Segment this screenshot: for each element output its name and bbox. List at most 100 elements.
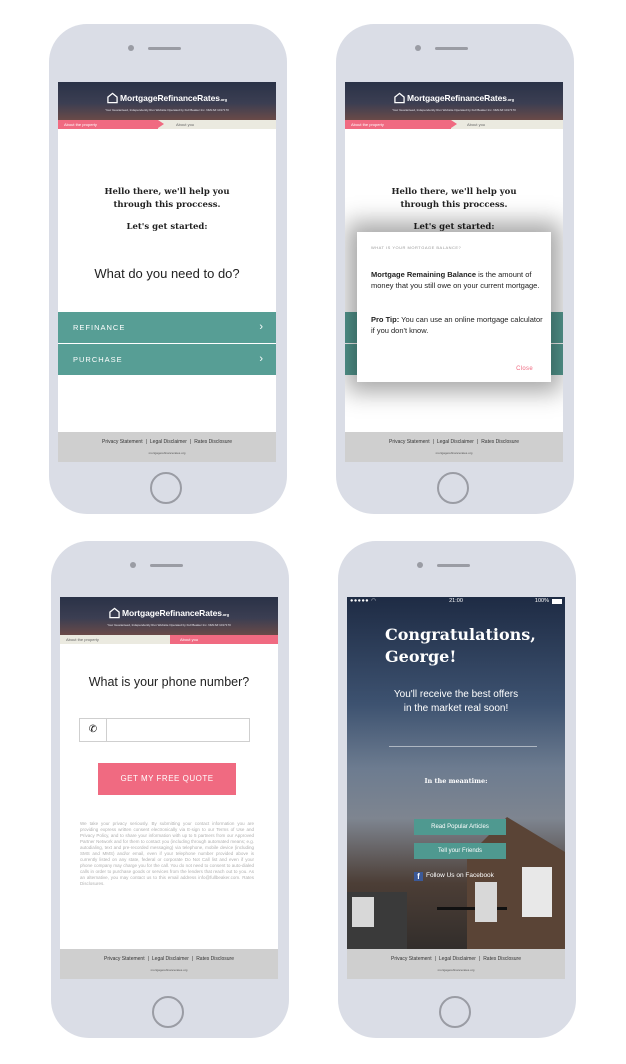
purchase-label: PURCHASE	[73, 355, 123, 364]
phone-number-input[interactable]	[108, 721, 248, 740]
refinance-option[interactable]: REFINANCE ›	[58, 312, 276, 343]
camera	[130, 562, 136, 568]
purchase-option[interactable]: PURCHASE ›	[58, 344, 276, 375]
congrats-line-1: Congratulations,	[385, 625, 536, 644]
home-button[interactable]	[150, 472, 182, 504]
site-header: MortgageRefinanceRates.org Your Guarante…	[58, 82, 276, 120]
footer-url: mortgagerefinancerates.org	[150, 968, 188, 972]
site-header: MortgageRefinanceRates.org Your Guarante…	[345, 82, 563, 120]
camera	[128, 45, 134, 51]
footer-url: mortgagerefinancerates.org	[437, 968, 475, 972]
footer-url: mortgagerefinancerates.org	[435, 451, 473, 455]
tell-friends-button[interactable]: Tell your Friends	[414, 843, 506, 859]
chevron-right-icon: ›	[259, 321, 264, 333]
progress-arrow	[451, 120, 457, 128]
screen-congratulations: ●●●●● ◠ 21:00 100% Congratulations, Geor…	[347, 597, 565, 979]
privacy-link[interactable]: Privacy Statement	[391, 956, 432, 962]
home-button[interactable]	[437, 472, 469, 504]
offers-line-1: You'll receive the best offers	[393, 689, 519, 700]
footer-links: Privacy Statement | Legal Disclaimer | Rates…	[391, 956, 521, 962]
phone-input-group: ✆	[79, 718, 250, 742]
legal-link[interactable]: Legal Disclaimer	[152, 956, 189, 962]
progress-step-property: About the property	[58, 120, 158, 129]
greeting-line-1: Hello there, we'll help you	[391, 187, 517, 197]
legal-link[interactable]: Legal Disclaimer	[437, 439, 474, 445]
legal-link[interactable]: Legal Disclaimer	[150, 439, 187, 445]
footer-links: Privacy Statement | Legal Disclaimer | Rates…	[389, 439, 519, 445]
status-bar: ●●●●● ◠ 21:00 100%	[347, 597, 565, 607]
get-quote-button[interactable]: GET MY FREE QUOTE	[98, 763, 236, 795]
modal-tip: Pro Tip: You can use an online mortgage …	[371, 314, 543, 336]
progress-step-you: About you	[176, 122, 195, 127]
brand-name: MortgageRefinanceRates.org	[120, 92, 227, 103]
site-footer: Privacy Statement | Legal Disclaimer | Rates…	[347, 949, 565, 979]
facebook-icon: f	[414, 871, 423, 881]
progress-bar: About the property About you	[58, 120, 276, 129]
progress-step-you: About you	[180, 637, 199, 642]
refinance-label: REFINANCE	[73, 323, 126, 332]
question-heading: What do you need to do?	[94, 266, 240, 281]
question-heading: What is your phone number?	[88, 675, 250, 689]
screen-service-choice: MortgageRefinanceRates.org Your Guarante…	[58, 82, 276, 462]
congrats-line-2: George!	[385, 647, 457, 666]
divider	[389, 746, 537, 747]
site-logo[interactable]: MortgageRefinanceRates.org Your Guarante…	[60, 604, 278, 627]
greeting-line-2: through this proccess.	[400, 200, 508, 210]
rates-link[interactable]: Rates Disclosure	[483, 956, 521, 962]
brand-tagline: Your Guaranteed, Independently Run Websi…	[107, 623, 231, 627]
home-button[interactable]	[439, 996, 471, 1028]
legal-link[interactable]: Legal Disclaimer	[439, 956, 476, 962]
privacy-link[interactable]: Privacy Statement	[102, 439, 143, 445]
screen-phone-number: MortgageRefinanceRates.org Your Guarante…	[60, 597, 278, 979]
progress-bar: About the property About you	[60, 635, 278, 644]
progress-step-you: About you	[467, 122, 486, 127]
read-articles-button[interactable]: Read Popular Articles	[414, 819, 506, 835]
phone-mockup-1: MortgageRefinanceRates.org Your Guarante…	[49, 24, 287, 514]
definition-term: Mortgage Remaining Balance	[371, 270, 477, 279]
rates-link[interactable]: Rates Disclosure	[481, 439, 519, 445]
footer-url: mortgagerefinancerates.org	[148, 451, 186, 455]
home-button[interactable]	[152, 996, 184, 1028]
facebook-link[interactable]: f Follow Us on Facebook	[414, 871, 494, 882]
greeting: Hello there, we'll help you through this…	[345, 186, 563, 212]
footer-links: Privacy Statement | Legal Disclaimer | Rates…	[102, 439, 232, 445]
close-button[interactable]: Close	[516, 366, 533, 372]
speaker	[148, 47, 181, 50]
rates-link[interactable]: Rates Disclosure	[196, 956, 234, 962]
battery-icon	[552, 599, 562, 604]
greeting-line-2: through this proccess.	[113, 200, 221, 210]
meantime-label: In the meantime:	[424, 777, 488, 785]
privacy-link[interactable]: Privacy Statement	[104, 956, 145, 962]
greeting: Hello there, we'll help you through this…	[58, 186, 276, 212]
balance-help-modal: WHAT IS YOUR MORTGAGE BALANCE? Mortgage …	[357, 232, 551, 382]
speaker	[437, 564, 470, 567]
chevron-right-icon: ›	[259, 353, 264, 365]
battery-level: 100%	[534, 598, 549, 604]
site-header: MortgageRefinanceRates.org Your Guarante…	[60, 597, 278, 635]
modal-definition: Mortgage Remaining Balance is the amount…	[371, 269, 541, 291]
offers-line-2: in the market real soon!	[403, 703, 509, 714]
house-icon	[107, 92, 118, 103]
legal-consent-text: We take your privacy seriously. By submi…	[80, 821, 254, 886]
progress-bar: About the property About you	[345, 120, 563, 129]
site-logo[interactable]: MortgageRefinanceRates.org Your Guarante…	[345, 89, 563, 112]
brand-tagline: Your Guaranteed, Independently Run Websi…	[392, 108, 516, 112]
privacy-link[interactable]: Privacy Statement	[389, 439, 430, 445]
site-footer: Privacy Statement | Legal Disclaimer | Rates…	[58, 432, 276, 462]
camera	[415, 45, 421, 51]
site-footer: Privacy Statement | Legal Disclaimer | Rates…	[60, 949, 278, 979]
congrats-heading: Congratulations, George!	[385, 624, 536, 668]
footer-links: Privacy Statement | Legal Disclaimer | Rates…	[104, 956, 234, 962]
facebook-label: Follow Us on Facebook	[426, 872, 494, 879]
brand-name: MortgageRefinanceRates.org	[407, 92, 514, 103]
site-logo[interactable]: MortgageRefinanceRates.org Your Guarante…	[58, 89, 276, 112]
brand-name: MortgageRefinanceRates.org	[122, 607, 229, 618]
phone-icon: ✆	[80, 719, 107, 741]
progress-step-property: About the property	[345, 120, 451, 129]
site-footer: Privacy Statement | Legal Disclaimer | Rates…	[345, 432, 563, 462]
camera	[417, 562, 423, 568]
tip-label: Pro Tip:	[371, 315, 400, 324]
rates-link[interactable]: Rates Disclosure	[194, 439, 232, 445]
offers-message: You'll receive the best offers in the ma…	[347, 688, 565, 716]
status-time: 21:00	[449, 598, 463, 604]
